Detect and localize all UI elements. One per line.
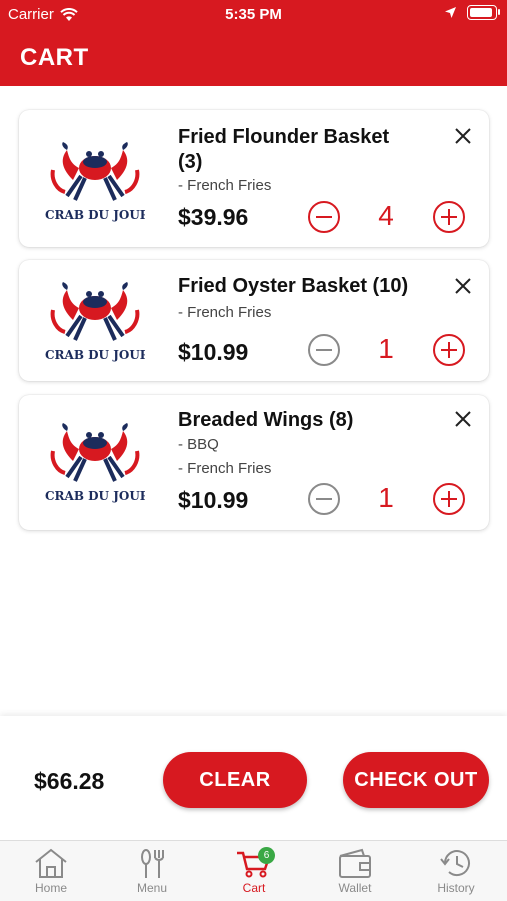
tab-label: Home xyxy=(34,881,67,895)
location-arrow-icon xyxy=(445,7,456,18)
decrease-quantity-button[interactable] xyxy=(307,482,341,516)
battery-icon xyxy=(467,5,500,20)
status-time: 5:35 PM xyxy=(225,6,282,23)
item-modifier: - French Fries xyxy=(178,304,272,321)
restaurant-logo: CRAB DU JOUR xyxy=(45,140,145,222)
remove-item-icon[interactable] xyxy=(451,407,475,431)
item-name: Fried Oyster Basket (10) xyxy=(178,275,409,297)
increase-quantity-button[interactable] xyxy=(432,200,466,234)
restaurant-logo: CRAB DU JOUR xyxy=(45,280,145,362)
decrease-quantity-button[interactable] xyxy=(307,333,341,367)
remove-item-icon[interactable] xyxy=(451,274,475,298)
fork-knife-icon xyxy=(141,849,164,878)
item-name: Fried Flounder Basket (3) xyxy=(178,126,390,173)
cart-item-card: CRAB DU JOUR Breaded Wings (8) - BBQ - F… xyxy=(19,395,489,530)
item-price: $10.99 xyxy=(178,487,249,513)
page-title: CART xyxy=(20,44,89,71)
checkout-button[interactable]: CHECK OUT xyxy=(343,752,489,808)
tab-wallet[interactable]: Wallet xyxy=(315,843,395,899)
decrease-quantity-button[interactable] xyxy=(307,200,341,234)
crab-logo-icon xyxy=(50,423,140,482)
cart-item-card: CRAB DU JOUR Fried Flounder Basket (3) -… xyxy=(19,110,489,247)
home-icon xyxy=(35,848,67,878)
increase-quantity-button[interactable] xyxy=(432,333,466,367)
status-right xyxy=(444,5,500,20)
tab-label: Wallet xyxy=(338,881,372,895)
remove-item-icon[interactable] xyxy=(451,124,475,148)
item-name: Breaded Wings (8) xyxy=(178,409,354,431)
increase-quantity-button[interactable] xyxy=(432,482,466,516)
status-bar: Carrier 5:35 PM xyxy=(0,0,507,30)
item-quantity: 1 xyxy=(378,482,394,513)
tab-home[interactable]: Home xyxy=(11,843,91,899)
cart-count-badge: 6 xyxy=(258,847,275,864)
tab-label: Cart xyxy=(242,881,266,895)
item-quantity: 4 xyxy=(378,200,394,231)
cart-summary-bar: $66.28 CLEAR CHECK OUT xyxy=(0,716,507,840)
item-modifier: - BBQ xyxy=(178,436,219,453)
app-header: CART xyxy=(0,30,507,86)
cart-item-card: CRAB DU JOUR Fried Oyster Basket (10) - … xyxy=(19,260,489,381)
item-modifier: - French Fries xyxy=(178,460,272,477)
tab-menu[interactable]: Menu xyxy=(112,843,192,899)
item-modifier: - French Fries xyxy=(178,177,272,194)
item-price: $39.96 xyxy=(178,204,249,230)
tab-bar: Home Menu 6 Cart Wallet History xyxy=(0,840,507,901)
tab-history[interactable]: History xyxy=(416,843,496,899)
crab-logo-icon xyxy=(50,282,140,341)
crab-logo-icon xyxy=(50,142,140,201)
cart-total: $66.28 xyxy=(34,768,105,794)
logo-text: CRAB DU JOUR xyxy=(45,489,145,503)
tab-label: Menu xyxy=(136,881,168,895)
item-quantity: 1 xyxy=(378,333,394,364)
logo-text: CRAB DU JOUR xyxy=(45,348,145,362)
history-icon xyxy=(440,850,470,877)
logo-text: CRAB DU JOUR xyxy=(45,208,145,222)
tab-cart[interactable]: 6 Cart xyxy=(214,843,294,899)
tab-label: History xyxy=(437,881,475,895)
clear-button[interactable]: CLEAR xyxy=(163,752,307,808)
restaurant-logo: CRAB DU JOUR xyxy=(45,421,145,503)
wallet-icon xyxy=(339,848,371,878)
item-price: $10.99 xyxy=(178,339,249,365)
